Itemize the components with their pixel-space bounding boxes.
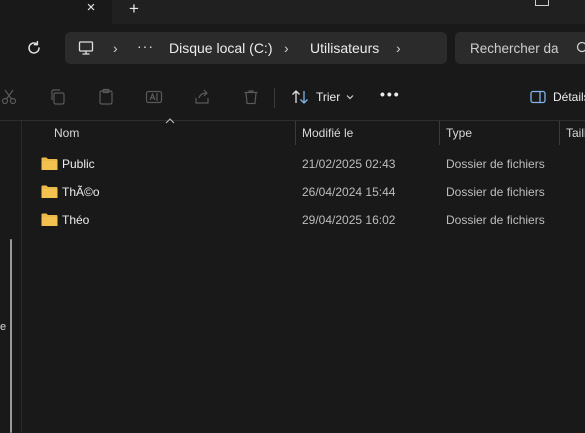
file-type: Dossier de fichiers [446,157,545,171]
search-input[interactable]: Rechercher da [470,41,559,56]
details-pane-icon [530,90,546,104]
breadcrumb-chevron[interactable]: › [284,41,294,55]
nav-scrollbar[interactable] [10,239,12,433]
rename-icon[interactable] [145,88,163,106]
search-box[interactable]: Rechercher da [455,32,585,64]
column-header-name[interactable]: Nom [54,121,79,145]
file-modified: 26/04/2024 15:44 [302,185,396,199]
column-header-modified[interactable]: Modifié le [302,121,353,145]
delete-icon[interactable] [242,88,260,106]
file-name: ThÃ©o [62,185,100,199]
details-button[interactable]: Détails [530,86,585,108]
active-tab[interactable]: × [0,0,112,24]
breadcrumb-chevron[interactable]: › [396,41,406,55]
sort-label: Trier [316,90,341,104]
paste-icon[interactable] [97,88,115,106]
folder-icon [41,157,58,170]
breadcrumb-disque-local[interactable]: Disque local (C:) [169,40,272,56]
address-row: › ··· Disque local (C:) › Utilisateurs ›… [0,24,585,72]
column-header-size[interactable]: Taille [566,121,585,145]
sort-button[interactable]: Trier [290,86,354,108]
close-tab-button[interactable]: × [82,0,100,18]
file-name: Public [62,157,95,171]
folder-icon [41,185,58,198]
window-button-icon[interactable] [535,0,549,6]
breadcrumb-overflow[interactable]: ··· [137,38,154,54]
file-type: Dossier de fichiers [446,213,545,227]
computer-icon[interactable] [78,40,94,56]
column-divider[interactable] [295,121,296,145]
search-icon [576,41,585,53]
chevron-down-icon [346,95,354,100]
nav-item-label[interactable]: e [0,321,6,333]
file-modified: 21/02/2025 02:43 [302,157,396,171]
share-icon[interactable] [193,88,211,106]
new-tab-button[interactable]: + [125,0,143,18]
file-row[interactable]: Public 21/02/2025 02:43 Dossier de fichi… [35,151,575,177]
column-divider[interactable] [559,121,560,145]
refresh-icon[interactable] [24,38,44,58]
command-bar: Trier ••• Détails [0,72,585,121]
sort-ascending-icon [165,118,175,124]
file-type: Dossier de fichiers [446,185,545,199]
breadcrumb-chevron[interactable]: › [113,41,123,55]
navigation-pane: e [0,121,22,433]
file-row[interactable]: Théo 29/04/2025 16:02 Dossier de fichier… [35,207,575,233]
column-divider[interactable] [439,121,440,145]
sort-icon [292,90,308,104]
address-bar[interactable]: › ··· Disque local (C:) › Utilisateurs › [65,32,447,64]
command-separator [274,88,275,108]
breadcrumb-utilisateurs[interactable]: Utilisateurs [310,40,379,56]
file-modified: 29/04/2025 16:02 [302,213,396,227]
column-header-type[interactable]: Type [446,121,472,145]
copy-icon[interactable] [49,88,67,106]
folder-icon [41,213,58,226]
file-row[interactable]: ThÃ©o 26/04/2024 15:44 Dossier de fichie… [35,179,575,205]
file-name: Théo [62,213,90,227]
more-options-button[interactable]: ••• [380,86,401,102]
file-list: Nom Modifié le Type Taille Public 21/02/… [23,118,585,433]
details-label: Détails [553,90,585,104]
cut-icon[interactable] [0,88,18,106]
tab-strip: × + [0,0,585,24]
